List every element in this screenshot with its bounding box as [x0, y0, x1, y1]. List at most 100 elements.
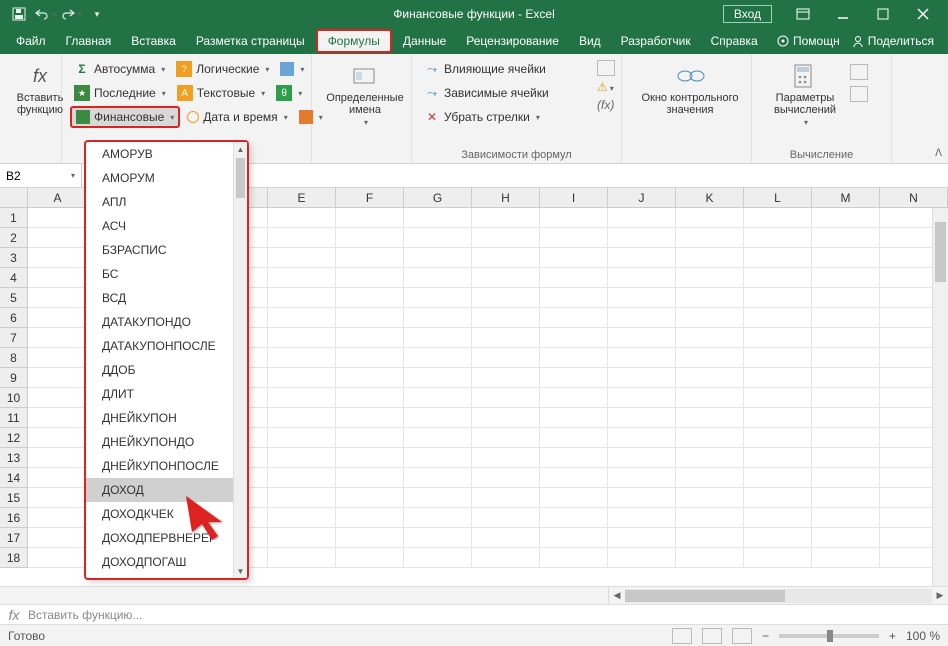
tab-file[interactable]: Файл — [6, 28, 56, 54]
cell-E16[interactable] — [268, 508, 336, 528]
col-header-M[interactable]: M — [812, 188, 880, 207]
cell-M11[interactable] — [812, 408, 880, 428]
share-button[interactable]: Поделиться — [852, 34, 934, 48]
cell-F8[interactable] — [336, 348, 404, 368]
calc-sheet-icon[interactable] — [850, 86, 868, 102]
undo-icon[interactable]: ▾ — [34, 3, 56, 25]
cell-H16[interactable] — [472, 508, 540, 528]
cell-J16[interactable] — [608, 508, 676, 528]
cell-F12[interactable] — [336, 428, 404, 448]
cell-F7[interactable] — [336, 328, 404, 348]
cell-F15[interactable] — [336, 488, 404, 508]
view-pagebreak-icon[interactable] — [732, 628, 752, 644]
cell-K10[interactable] — [676, 388, 744, 408]
fn-item-ДНЕЙКУПОНДО[interactable]: ДНЕЙКУПОНДО — [86, 430, 247, 454]
cell-M12[interactable] — [812, 428, 880, 448]
cell-J14[interactable] — [608, 468, 676, 488]
cell-E7[interactable] — [268, 328, 336, 348]
row-header-17[interactable]: 17 — [0, 528, 28, 548]
cell-A18[interactable] — [28, 548, 88, 568]
login-button[interactable]: Вход — [723, 5, 772, 23]
cell-F3[interactable] — [336, 248, 404, 268]
fn-item-ДОХОД[interactable]: ДОХОД — [86, 478, 247, 502]
cell-J1[interactable] — [608, 208, 676, 228]
collapse-ribbon-icon[interactable]: ᐱ — [935, 148, 942, 159]
cell-G11[interactable] — [404, 408, 472, 428]
cell-E4[interactable] — [268, 268, 336, 288]
fn-item-АМОРУМ[interactable]: АМОРУМ — [86, 166, 247, 190]
save-icon[interactable] — [8, 3, 30, 25]
cell-J15[interactable] — [608, 488, 676, 508]
cell-E2[interactable] — [268, 228, 336, 248]
cell-E13[interactable] — [268, 448, 336, 468]
cell-A9[interactable] — [28, 368, 88, 388]
cell-I16[interactable] — [540, 508, 608, 528]
cell-E10[interactable] — [268, 388, 336, 408]
insert-function-bar[interactable]: fx Вставить функцию... — [0, 604, 948, 624]
cell-M18[interactable] — [812, 548, 880, 568]
cell-G16[interactable] — [404, 508, 472, 528]
cell-A7[interactable] — [28, 328, 88, 348]
cell-J3[interactable] — [608, 248, 676, 268]
cell-G13[interactable] — [404, 448, 472, 468]
hscroll-left-icon[interactable]: ◀ — [609, 590, 625, 601]
cell-K3[interactable] — [676, 248, 744, 268]
row-header-15[interactable]: 15 — [0, 488, 28, 508]
cell-J18[interactable] — [608, 548, 676, 568]
cell-F10[interactable] — [336, 388, 404, 408]
redo-icon[interactable]: ▾ — [60, 3, 82, 25]
scroll-up-icon[interactable]: ▲ — [234, 142, 247, 156]
cell-M10[interactable] — [812, 388, 880, 408]
cell-I2[interactable] — [540, 228, 608, 248]
ribbon-display-icon[interactable] — [784, 1, 822, 27]
cell-L16[interactable] — [744, 508, 812, 528]
fn-item-ДДОБ[interactable]: ДДОБ — [86, 358, 247, 382]
vscroll-thumb[interactable] — [935, 222, 946, 282]
row-header-5[interactable]: 5 — [0, 288, 28, 308]
cell-G17[interactable] — [404, 528, 472, 548]
row-header-16[interactable]: 16 — [0, 508, 28, 528]
cell-I3[interactable] — [540, 248, 608, 268]
cell-M5[interactable] — [812, 288, 880, 308]
cell-K12[interactable] — [676, 428, 744, 448]
cell-M13[interactable] — [812, 448, 880, 468]
fn-item-ДОХОДКЧЕК[interactable]: ДОХОДКЧЕК — [86, 502, 247, 526]
fn-item-ДНЕЙКУПОНПОСЛЕ[interactable]: ДНЕЙКУПОНПОСЛЕ — [86, 454, 247, 478]
cell-L11[interactable] — [744, 408, 812, 428]
cell-L17[interactable] — [744, 528, 812, 548]
cell-A1[interactable] — [28, 208, 88, 228]
fn-item-АМОРУВ[interactable]: АМОРУВ — [86, 142, 247, 166]
cell-G1[interactable] — [404, 208, 472, 228]
cell-J4[interactable] — [608, 268, 676, 288]
cell-E17[interactable] — [268, 528, 336, 548]
col-header-A[interactable]: A — [28, 188, 88, 207]
cell-I5[interactable] — [540, 288, 608, 308]
cell-M6[interactable] — [812, 308, 880, 328]
cell-J9[interactable] — [608, 368, 676, 388]
cell-L10[interactable] — [744, 388, 812, 408]
autosum-button[interactable]: ΣАвтосумма▾ — [70, 58, 169, 80]
cell-H3[interactable] — [472, 248, 540, 268]
row-header-4[interactable]: 4 — [0, 268, 28, 288]
dropdown-scroll-thumb[interactable] — [236, 158, 245, 198]
cell-K6[interactable] — [676, 308, 744, 328]
col-header-N[interactable]: N — [880, 188, 948, 207]
cell-A4[interactable] — [28, 268, 88, 288]
cell-H5[interactable] — [472, 288, 540, 308]
math-button[interactable]: θ▾ — [272, 82, 306, 104]
cell-H13[interactable] — [472, 448, 540, 468]
cell-L4[interactable] — [744, 268, 812, 288]
cell-A15[interactable] — [28, 488, 88, 508]
close-icon[interactable] — [904, 1, 942, 27]
row-header-6[interactable]: 6 — [0, 308, 28, 328]
scroll-down-icon[interactable]: ▼ — [234, 564, 247, 578]
cell-A14[interactable] — [28, 468, 88, 488]
horizontal-scrollbar[interactable]: ◀ ▶ — [608, 587, 948, 604]
cell-H18[interactable] — [472, 548, 540, 568]
cell-G4[interactable] — [404, 268, 472, 288]
cell-G7[interactable] — [404, 328, 472, 348]
fn-item-ДОХОДПОСЛНЕРЕГ[interactable]: ДОХОДПОСЛНЕРЕГ — [86, 574, 247, 578]
row-header-10[interactable]: 10 — [0, 388, 28, 408]
cell-H4[interactable] — [472, 268, 540, 288]
fn-item-ДАТАКУПОНДО[interactable]: ДАТАКУПОНДО — [86, 310, 247, 334]
